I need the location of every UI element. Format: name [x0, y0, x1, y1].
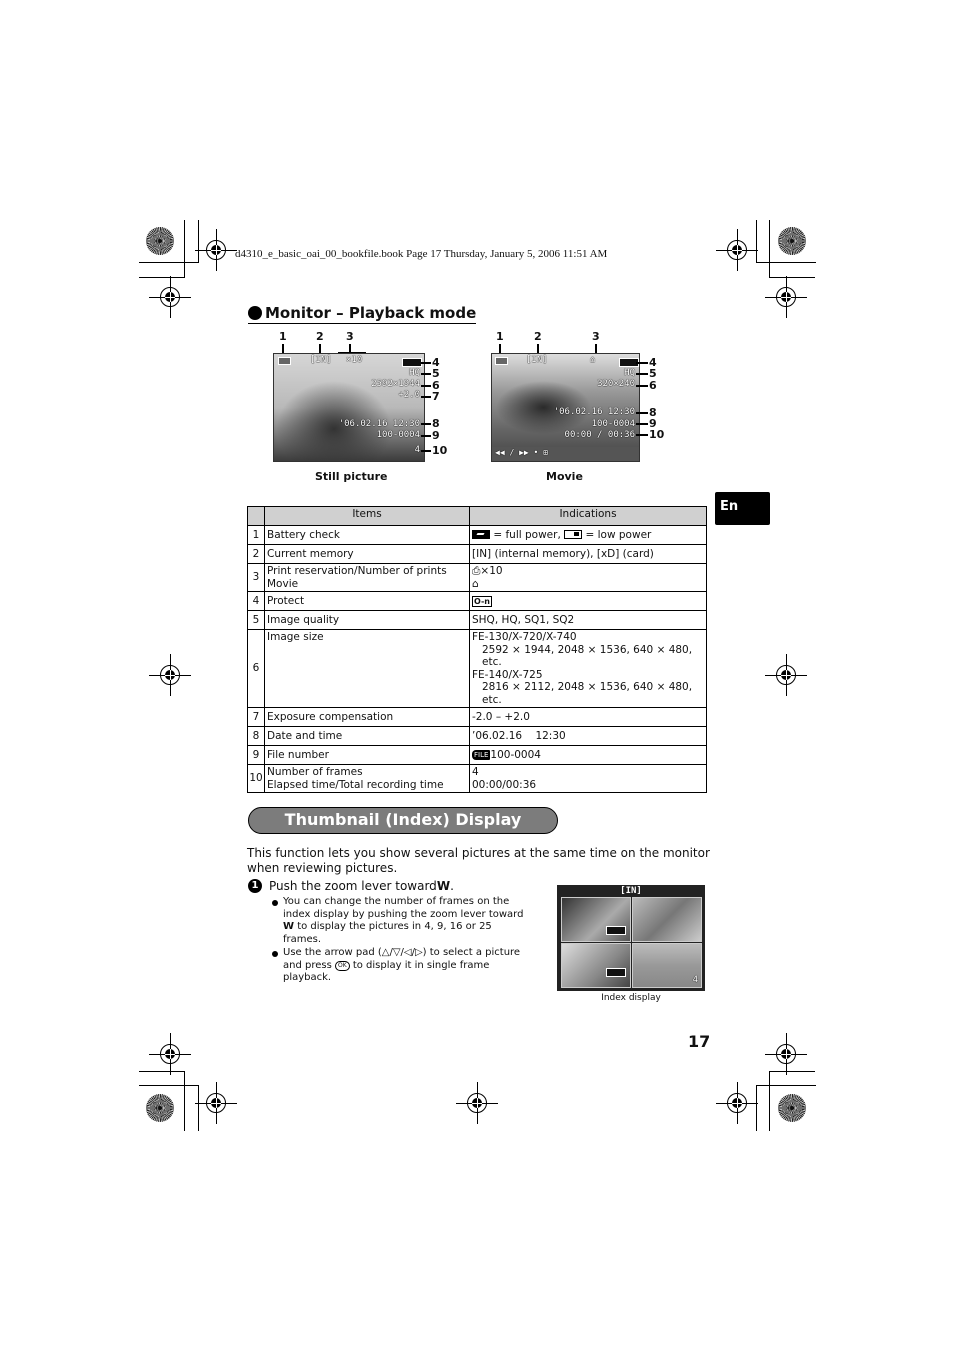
crosshair-mark-icon — [149, 276, 191, 318]
ok-button-icon: OK — [334, 960, 350, 971]
battery-low-icon — [564, 529, 583, 539]
protect-icon — [606, 968, 626, 977]
movie-control-bar: ◀◀ / ▶▶ • ⊞ — [492, 447, 639, 461]
callout-number: 2 — [534, 330, 542, 343]
osd-size: 320×240 — [597, 379, 635, 389]
table-row: 10 Number of frames Elapsed time/Total re… — [247, 764, 707, 793]
table-header-row: Items Indications — [247, 506, 707, 526]
osd-size: 2592×1944 — [371, 379, 420, 389]
callout-number: 1 — [279, 330, 287, 343]
callout-number: 9 — [432, 429, 440, 442]
section-banner-thumbnail: Thumbnail (Index) Display — [248, 807, 558, 834]
table-row: 6 Image size FE-130/X-720/X-740 2592 × 1… — [247, 629, 707, 708]
osd-memory: [IN] — [526, 355, 548, 365]
osd-memory: [IN] — [310, 355, 332, 365]
crosshair-mark-icon — [149, 654, 191, 696]
crosshair-mark-icon — [195, 1082, 237, 1124]
crosshair-mark-icon — [716, 1082, 758, 1124]
header-num — [247, 506, 265, 526]
step-number-icon: 1 — [248, 879, 262, 893]
callout-number: 2 — [316, 330, 324, 343]
osd-datetime: '06.02.16 12:30 — [338, 419, 420, 429]
osd-quality: HQ — [624, 368, 635, 378]
crosshair-mark-icon — [765, 654, 807, 696]
thumbnail — [561, 897, 631, 942]
starburst-mark-icon — [778, 227, 806, 255]
header-indications: Indications — [469, 506, 707, 526]
starburst-mark-icon — [146, 227, 174, 255]
header-items: Items — [264, 506, 470, 526]
index-display-caption: Index display — [601, 993, 661, 1003]
thumbnail — [561, 943, 631, 988]
osd-file-number: 100-0004 — [591, 419, 635, 429]
protect-key-icon: O-n — [472, 595, 492, 607]
crosshair-mark-icon — [195, 229, 237, 271]
battery-icon — [495, 357, 508, 365]
callout-number: 10 — [649, 428, 665, 441]
starburst-mark-icon — [778, 1094, 806, 1122]
table-row: 8 Date and time ’06.02.16 12:30 — [247, 726, 707, 746]
table-row: 4 Protect O-n — [247, 591, 707, 611]
osd-datetime: '06.02.16 12:30 — [553, 407, 635, 417]
section-title-monitor: Monitor – Playback mode — [248, 304, 477, 324]
osd-quality: HQ — [409, 368, 420, 378]
page-number: 17 — [688, 1032, 711, 1051]
osd-time: 00:00 / 00:36 — [564, 430, 635, 440]
starburst-mark-icon — [146, 1094, 174, 1122]
movie-screen: [IN] ⌂ HQ 320×240 '06.02.16 12:30 100-00… — [491, 353, 640, 462]
osd-file-number: 100-0004 — [376, 430, 420, 440]
osd-controls: ◀◀ / ▶▶ • ⊞ — [495, 448, 548, 457]
crosshair-mark-icon — [716, 229, 758, 271]
crosshair-mark-icon — [765, 1033, 807, 1075]
crosshair-mark-icon — [149, 1033, 191, 1075]
battery-icon — [278, 357, 291, 365]
file-icon: FILE — [472, 749, 491, 760]
osd-frames: 4 — [692, 975, 698, 985]
movie-icon: ⌂ — [472, 577, 479, 590]
osd-prints: ×10 — [346, 355, 363, 365]
table-row: 5 Image quality SHQ, HQ, SQ1, SQ2 — [247, 610, 707, 630]
table-row: 3 Print reservation/Number of prints Movi… — [247, 563, 707, 592]
table-row: 1 Battery check = full power, = low powe… — [247, 525, 707, 545]
still-picture-caption: Still picture — [315, 470, 388, 483]
bullet-icon — [248, 306, 262, 320]
callout-number: 6 — [649, 379, 657, 392]
callout-number: 1 — [496, 330, 504, 343]
movie-icon: ⌂ — [590, 355, 596, 365]
crosshair-mark-icon — [765, 276, 807, 318]
battery-full-icon — [472, 529, 490, 539]
movie-caption: Movie — [546, 470, 583, 483]
callout-number: 3 — [592, 330, 600, 343]
bullet-note: Use the arrow pad (△/▽/◁/▷) to select a … — [272, 947, 527, 985]
indications-table: Items Indications 1 Battery check = full… — [247, 506, 707, 793]
step-1: 1 Push the zoom lever toward W. — [248, 879, 454, 893]
callout-number: 3 — [346, 330, 354, 343]
protect-icon — [606, 926, 626, 935]
bullet-note: You can change the number of frames on t… — [272, 896, 527, 946]
index-display-screen: [IN] 4 — [557, 885, 705, 991]
thumbnail: 4 — [632, 943, 702, 988]
crosshair-mark-icon — [456, 1082, 498, 1124]
table-row: 9 File number FILE 100-0004 — [247, 745, 707, 765]
osd-frames: 4 — [414, 445, 420, 455]
step-notes: You can change the number of frames on t… — [272, 896, 527, 986]
thumbnail — [632, 897, 702, 942]
intro-paragraph: This function lets you show several pict… — [247, 846, 710, 875]
still-picture-screen: [IN] ×10 HQ 2592×1944 +2.0 '06.02.16 12:… — [273, 353, 425, 462]
osd-exposure: +2.0 — [398, 390, 420, 400]
table-row: 2 Current memory [IN] (internal memory),… — [247, 544, 707, 564]
table-row: 7 Exposure compensation -2.0 – +2.0 — [247, 707, 707, 727]
callout-number: 7 — [432, 390, 440, 403]
print-header: d4310_e_basic_oai_00_bookfile.book Page … — [235, 248, 608, 260]
protect-icon — [402, 358, 422, 367]
language-tab: En — [715, 492, 770, 525]
index-memory-label: [IN] — [620, 886, 642, 896]
callout-number: 10 — [432, 444, 448, 457]
